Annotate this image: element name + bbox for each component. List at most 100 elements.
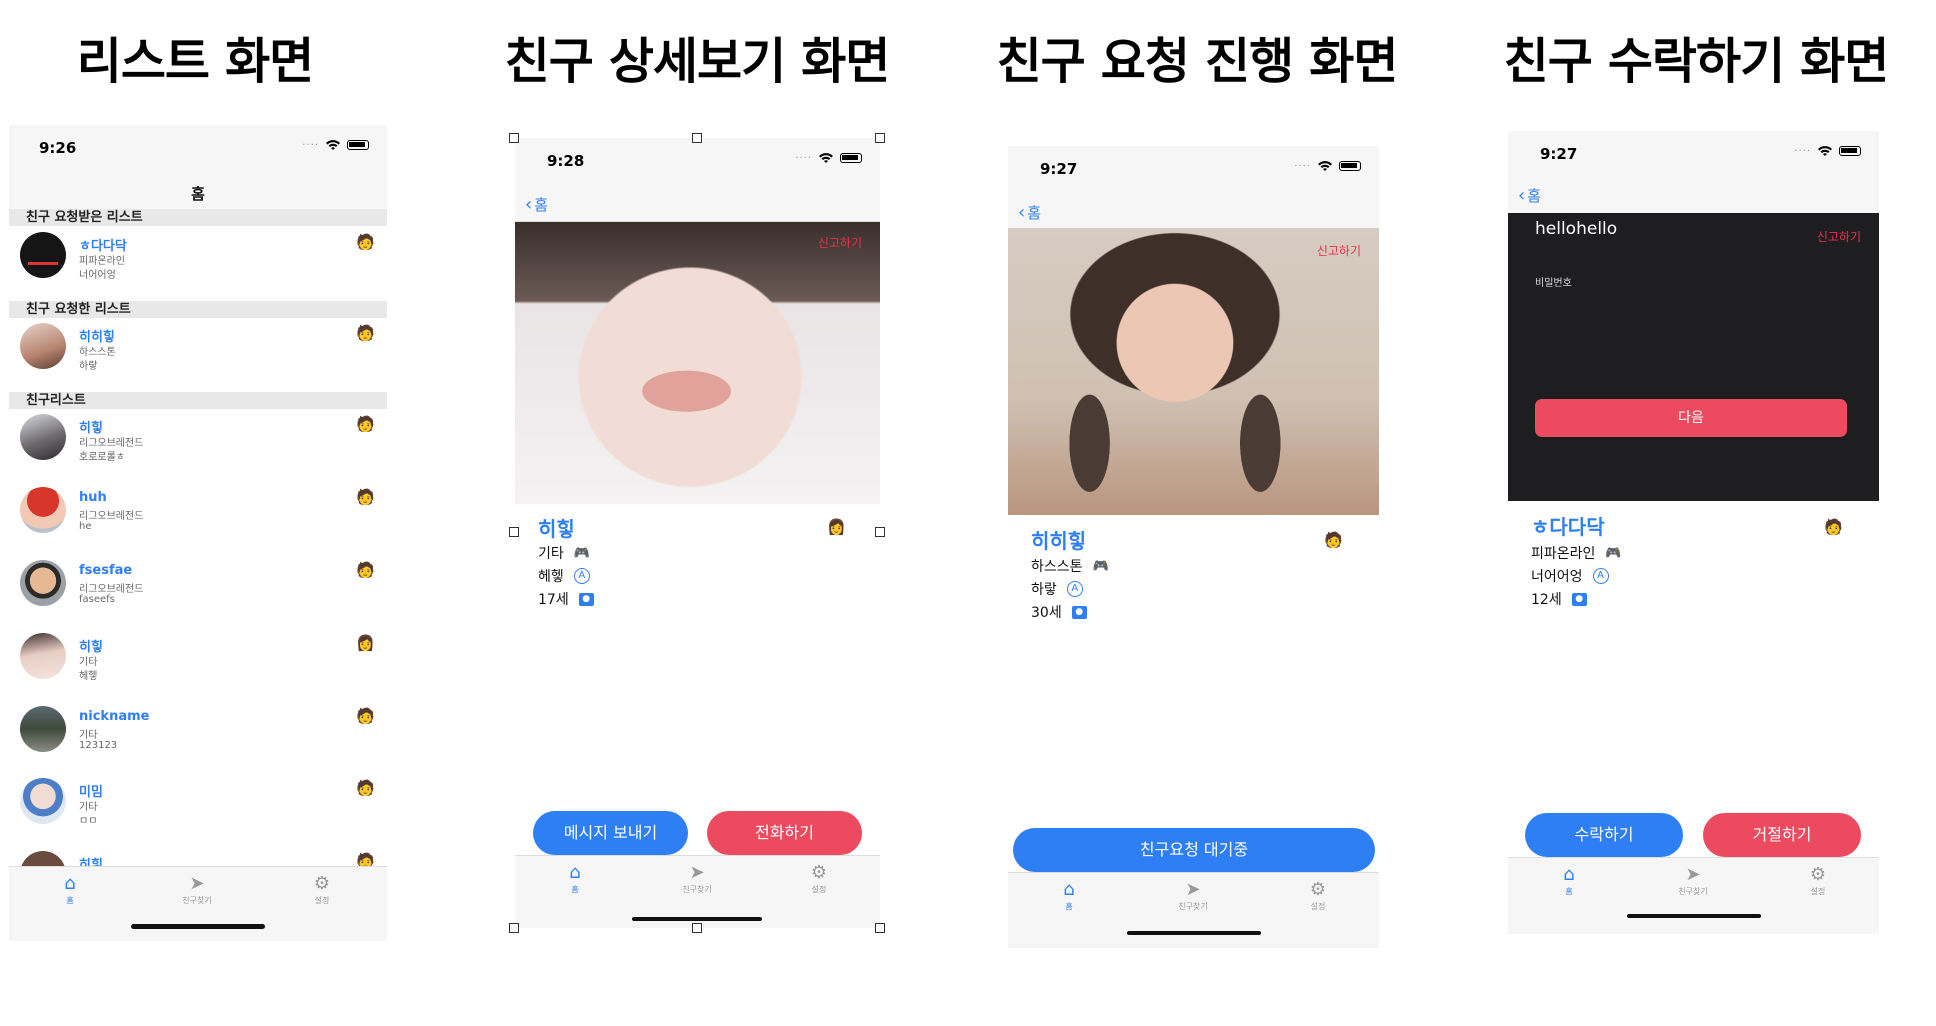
back-button[interactable]: ‹ 홈: [525, 194, 548, 215]
selection-handle[interactable]: [875, 133, 885, 143]
selection-handle[interactable]: [875, 527, 885, 537]
accept-button[interactable]: 수락하기: [1525, 813, 1683, 857]
nav-bar: 홈: [9, 171, 387, 211]
info-age: 17세 ●: [538, 589, 594, 609]
contact-card-icon: ●: [1071, 605, 1087, 619]
request-screen: 9:27 ···· ‹ 홈 신고하기 히히힣 🧑 하스스톤 🎮 하랗 A 30세 ● 친…: [1008, 146, 1379, 948]
list-item-desc: 하랗: [79, 361, 98, 372]
report-button[interactable]: 신고하기: [1817, 228, 1861, 245]
report-button[interactable]: 신고하기: [1317, 242, 1361, 259]
avatar: [20, 778, 66, 824]
tab-home[interactable]: ⌂ 홈: [1029, 879, 1109, 912]
battery-icon: [840, 153, 862, 163]
paper-plane-icon: ➤: [189, 873, 205, 894]
avatar: [20, 560, 66, 606]
status-time: 9:28: [547, 152, 585, 170]
avatar: [20, 706, 66, 752]
list-item[interactable]: 미밈 기타 ㅁㅁ 🧑: [9, 773, 387, 831]
home-icon: ⌂: [1563, 864, 1575, 885]
list-item[interactable]: fsesfae 리그오브레전드 faseefs 🧑: [9, 555, 387, 613]
list-item[interactable]: huh 리그오브레전드 he 🧑: [9, 482, 387, 540]
tab-bar: ⌂ 홈 ➤ 친구찾기 ⚙ 설정: [1508, 857, 1879, 934]
panel-title-detail: 친구 상세보기 화면: [504, 33, 891, 90]
panel-title-accept: 친구 수락하기 화면: [1503, 33, 1890, 90]
selection-handle[interactable]: [509, 923, 519, 933]
list-item-name: fsesfae: [79, 563, 133, 578]
gender-icon: 🧑: [356, 324, 375, 342]
tab-find-friends[interactable]: ➤ 친구찾기: [1653, 864, 1733, 897]
selection-handle[interactable]: [692, 133, 702, 143]
reject-button[interactable]: 거절하기: [1703, 813, 1861, 857]
gender-icon: 👩: [827, 518, 846, 536]
list-item[interactable]: ㅎ다다닥 피파온라인 너어어엉 🧑: [9, 227, 387, 285]
send-message-button[interactable]: 메시지 보내기: [533, 811, 688, 855]
list-item-desc: 헤헿: [79, 671, 98, 682]
avatar: [20, 633, 66, 679]
list-item[interactable]: 히힣 기타 헤헿 👩: [9, 628, 387, 686]
status-bar: 9:26 ····: [9, 125, 387, 171]
gender-icon: 🧑: [356, 561, 375, 579]
tab-find-friends[interactable]: ➤ 친구찾기: [657, 862, 737, 895]
back-button[interactable]: ‹ 홈: [1018, 202, 1041, 223]
tab-find-friends[interactable]: ➤ 친구찾기: [157, 873, 237, 906]
gender-icon: 👩: [356, 634, 375, 652]
list-item-desc: 너어어엉: [79, 270, 116, 281]
contact-card-icon: ●: [578, 592, 594, 606]
tab-home[interactable]: ⌂ 홈: [535, 862, 615, 895]
tab-settings[interactable]: ⚙ 설정: [779, 862, 859, 895]
report-button[interactable]: 신고하기: [818, 234, 862, 251]
tab-find-friends[interactable]: ➤ 친구찾기: [1153, 879, 1233, 912]
app-store-icon: A: [1066, 581, 1083, 597]
nav-bar: ‹ 홈: [515, 186, 880, 222]
tab-settings[interactable]: ⚙ 설정: [282, 873, 362, 906]
list-item-game: 리그오브레전드: [79, 438, 144, 449]
list-item-game: 리그오브레전드: [79, 584, 144, 595]
info-desc: 하랗 A: [1031, 579, 1083, 599]
accept-screen: 9:27 ···· ‹ 홈 hellohello 신고하기 비밀번호 다음 ㅎ다다…: [1508, 131, 1879, 934]
status-bar: 9:27 ····: [1008, 146, 1379, 194]
section-header-received: 친구 요청받은 리스트: [9, 209, 387, 226]
selection-handle[interactable]: [509, 527, 519, 537]
battery-icon: [347, 140, 369, 150]
list-item-game: 하스스톤: [79, 347, 116, 358]
status-time: 9:27: [1540, 145, 1578, 163]
status-icons: ····: [1794, 145, 1861, 157]
info-desc: 헤헿 A: [538, 566, 590, 586]
tab-home[interactable]: ⌂ 홈: [30, 873, 110, 906]
home-icon: ⌂: [1063, 879, 1075, 900]
list-item-game: 리그오브레전드: [79, 511, 144, 522]
list-item[interactable]: 히히힣 하스스톤 하랗 🧑: [9, 318, 387, 376]
friend-name: 히히힣: [1031, 529, 1087, 553]
back-button[interactable]: ‹ 홈: [1518, 185, 1541, 206]
next-button[interactable]: 다음: [1535, 399, 1847, 437]
list-item-desc: ㅁㅁ: [79, 816, 98, 827]
contact-card-icon: ●: [1571, 592, 1587, 606]
friend-request-pending-button[interactable]: 친구요청 대기중: [1013, 828, 1375, 872]
list-item-game: 기타: [79, 802, 98, 813]
list-item[interactable]: 히힣 🧑: [9, 846, 387, 868]
home-icon: ⌂: [569, 862, 581, 883]
avatar: [20, 323, 66, 369]
paper-plane-icon: ➤: [1685, 864, 1701, 885]
selection-handle[interactable]: [509, 133, 519, 143]
gender-icon: 🧑: [356, 233, 375, 251]
list-item[interactable]: 히힣 리그오브레전드 호로로롤ㅎ 🧑: [9, 409, 387, 467]
selection-handle[interactable]: [692, 923, 702, 933]
wifi-icon: [1318, 161, 1332, 171]
section-header-friends: 친구리스트: [9, 392, 387, 409]
battery-icon: [1839, 146, 1861, 156]
call-button[interactable]: 전화하기: [707, 811, 862, 855]
list-item-desc: 호로로롤ㅎ: [79, 452, 125, 463]
tab-home[interactable]: ⌂ 홈: [1529, 864, 1609, 897]
tab-settings[interactable]: ⚙ 설정: [1278, 879, 1358, 912]
panel-title-request: 친구 요청 진행 화면: [996, 33, 1399, 90]
status-icons: ····: [1294, 160, 1361, 172]
info-game: 피파온라인 🎮: [1531, 545, 1622, 563]
selection-handle[interactable]: [875, 923, 885, 933]
list-item-game: 기타: [79, 730, 98, 741]
list-item-desc: he: [79, 521, 92, 532]
status-icons: ····: [795, 152, 862, 164]
tab-settings[interactable]: ⚙ 설정: [1778, 864, 1858, 897]
list-item[interactable]: nickname 기타 123123 🧑: [9, 701, 387, 759]
gender-icon: 🧑: [356, 415, 375, 433]
